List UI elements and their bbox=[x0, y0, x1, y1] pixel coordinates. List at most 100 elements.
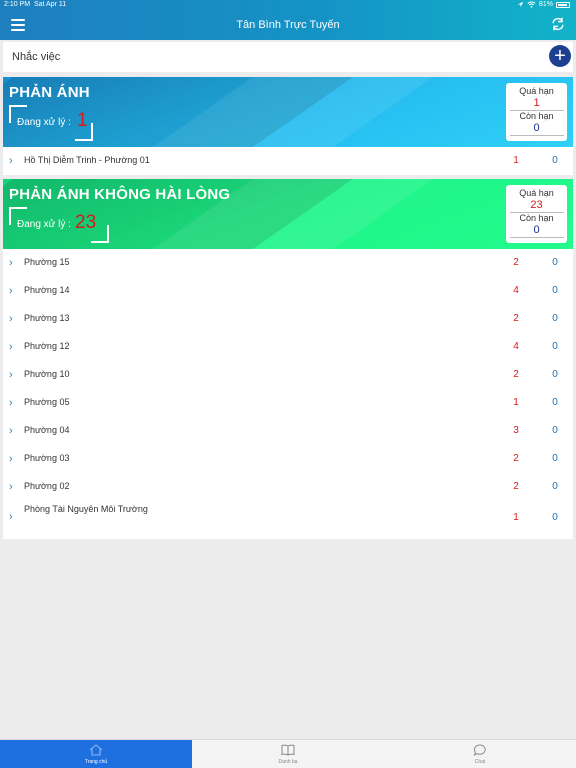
add-reminder-button[interactable]: + bbox=[549, 45, 571, 67]
remaining-label: Còn hạn bbox=[519, 111, 554, 121]
remaining-count: 0 bbox=[533, 122, 540, 134]
list-item[interactable]: › Phường 02 2 0 bbox=[3, 473, 573, 501]
wifi-icon bbox=[527, 1, 536, 8]
list-item-remaining: 0 bbox=[552, 369, 558, 380]
overdue-count: 1 bbox=[533, 97, 540, 109]
list-item-name: Phường 03 bbox=[24, 453, 70, 463]
processing-label: Đang xử lý : bbox=[17, 219, 71, 230]
overdue-label: Quá hạn bbox=[519, 188, 554, 198]
list-item[interactable]: › Phường 04 3 0 bbox=[3, 417, 573, 445]
status-bar: 2:10 PM Sat Apr 11 81% bbox=[0, 0, 576, 12]
tab-label: Danh bạ bbox=[278, 759, 298, 765]
list-item-name: Phòng Tài Nguyên Môi Trường bbox=[24, 504, 148, 514]
reminder-bar[interactable]: Nhắc việc + bbox=[3, 42, 573, 72]
list-item-remaining: 0 bbox=[552, 285, 558, 296]
book-icon bbox=[281, 744, 295, 756]
chevron-right-icon: › bbox=[9, 397, 13, 409]
tab-home[interactable]: Trang chủ bbox=[0, 740, 192, 768]
remaining-count: 0 bbox=[533, 224, 540, 236]
processing-count: 23 bbox=[75, 212, 97, 233]
list-item-name: Phường 02 bbox=[24, 481, 70, 491]
list-item-overdue: 1 bbox=[513, 512, 519, 523]
chevron-right-icon: › bbox=[9, 453, 13, 465]
home-icon bbox=[89, 744, 103, 756]
list-item-remaining: 0 bbox=[552, 481, 558, 492]
battery-percent: 81% bbox=[538, 1, 553, 8]
list-item-name: Hồ Thị Diễm Trinh - Phường 01 bbox=[24, 155, 150, 165]
tab-contacts[interactable]: Danh bạ bbox=[192, 740, 384, 768]
section-phan-anh-khong-hai-long: PHẢN ÁNH KHÔNG HÀI LÒNG Đang xử lý : 23 … bbox=[3, 179, 573, 539]
list-item-remaining: 0 bbox=[552, 512, 558, 523]
chevron-right-icon: › bbox=[9, 313, 13, 325]
status-date: Sat Apr 11 bbox=[33, 1, 67, 8]
refresh-icon[interactable] bbox=[550, 16, 566, 32]
section-phan-anh: PHẢN ÁNH Đang xử lý : 1 Quá hạn 1 Còn hạ… bbox=[3, 77, 573, 175]
page-title: Tân Bình Trực Tuyến bbox=[236, 19, 340, 31]
list-item-overdue: 1 bbox=[513, 397, 519, 408]
chevron-right-icon: › bbox=[9, 285, 13, 297]
list-item-overdue: 4 bbox=[513, 285, 519, 296]
list-item-name: Phường 05 bbox=[24, 397, 70, 407]
section-khong-hai-long-banner[interactable]: PHẢN ÁNH KHÔNG HÀI LÒNG Đang xử lý : 23 … bbox=[3, 179, 573, 249]
list-item[interactable]: › Phường 14 4 0 bbox=[3, 277, 573, 305]
list-item-remaining: 0 bbox=[552, 313, 558, 324]
list-item-remaining: 0 bbox=[552, 397, 558, 408]
list-item-remaining: 0 bbox=[552, 453, 558, 464]
list-item[interactable]: › Phường 15 2 0 bbox=[3, 249, 573, 277]
list-item-remaining: 0 bbox=[552, 341, 558, 352]
list-item-remaining: 0 bbox=[552, 425, 558, 436]
battery-icon bbox=[556, 1, 570, 8]
bottom-tab-bar: Trang chủ Danh bạ Chat bbox=[0, 739, 576, 768]
list-item[interactable]: › Phường 13 2 0 bbox=[3, 305, 573, 333]
list-item-overdue: 2 bbox=[513, 369, 519, 380]
overdue-label: Quá hạn bbox=[519, 86, 554, 96]
status-time: 2:10 PM Sat Apr 11 bbox=[4, 1, 66, 8]
stats-box: Quá hạn 23 Còn hạn 0 bbox=[506, 185, 567, 243]
chevron-right-icon: › bbox=[9, 425, 13, 437]
list-item[interactable]: › Phường 12 4 0 bbox=[3, 333, 573, 361]
status-clock: 2:10 PM bbox=[4, 1, 31, 8]
list-item-overdue: 2 bbox=[513, 481, 519, 492]
tab-chat[interactable]: Chat bbox=[384, 740, 576, 768]
chevron-right-icon: › bbox=[9, 155, 13, 167]
tab-label: Trang chủ bbox=[84, 759, 108, 765]
list-item-name: Phường 14 bbox=[24, 285, 70, 295]
plus-icon: + bbox=[554, 45, 566, 67]
list-item-remaining: 0 bbox=[552, 257, 558, 268]
processing-count: 1 bbox=[77, 110, 88, 131]
chat-bubble-icon bbox=[473, 744, 486, 756]
list-item-name: Phường 04 bbox=[24, 425, 70, 435]
remaining-label: Còn hạn bbox=[519, 213, 554, 223]
chevron-right-icon: › bbox=[9, 257, 13, 269]
list-item[interactable]: › Phường 05 1 0 bbox=[3, 389, 573, 417]
list-item-overdue: 2 bbox=[513, 257, 519, 268]
list-item[interactable]: › Phòng Tài Nguyên Môi Trường 1 0 bbox=[3, 501, 573, 531]
status-right: 81% bbox=[517, 1, 570, 8]
section-title: PHẢN ÁNH bbox=[9, 84, 90, 101]
list-item-overdue: 3 bbox=[513, 425, 519, 436]
list-item-overdue: 4 bbox=[513, 341, 519, 352]
list-item[interactable]: › Hồ Thị Diễm Trinh - Phường 01 1 0 bbox=[3, 147, 573, 175]
tab-label: Chat bbox=[474, 759, 486, 765]
chevron-right-icon: › bbox=[9, 511, 13, 523]
location-icon bbox=[517, 1, 524, 8]
list-item-overdue: 2 bbox=[513, 313, 519, 324]
list-item-overdue: 2 bbox=[513, 453, 519, 464]
reminder-label: Nhắc việc bbox=[12, 51, 61, 63]
processing-frame: Đang xử lý : 1 bbox=[9, 105, 93, 141]
list-item-overdue: 1 bbox=[513, 155, 519, 166]
section-phan-anh-banner[interactable]: PHẢN ÁNH Đang xử lý : 1 Quá hạn 1 Còn hạ… bbox=[3, 77, 573, 147]
chevron-right-icon: › bbox=[9, 341, 13, 353]
section-title: PHẢN ÁNH KHÔNG HÀI LÒNG bbox=[9, 186, 231, 203]
list-item[interactable]: › Phường 03 2 0 bbox=[3, 445, 573, 473]
processing-frame: Đang xử lý : 23 bbox=[9, 207, 109, 243]
list-item-remaining: 0 bbox=[552, 155, 558, 166]
list-item[interactable]: › Phường 10 2 0 bbox=[3, 361, 573, 389]
processing-label: Đang xử lý : bbox=[17, 117, 71, 128]
list-item-name: Phường 10 bbox=[24, 369, 70, 379]
top-bar: 2:10 PM Sat Apr 11 81% Tân Bình Trực Tuy… bbox=[0, 0, 576, 40]
list-item-name: Phường 12 bbox=[24, 341, 70, 351]
overdue-count: 23 bbox=[530, 199, 543, 211]
chevron-right-icon: › bbox=[9, 481, 13, 493]
list-item-name: Phường 15 bbox=[24, 257, 70, 267]
